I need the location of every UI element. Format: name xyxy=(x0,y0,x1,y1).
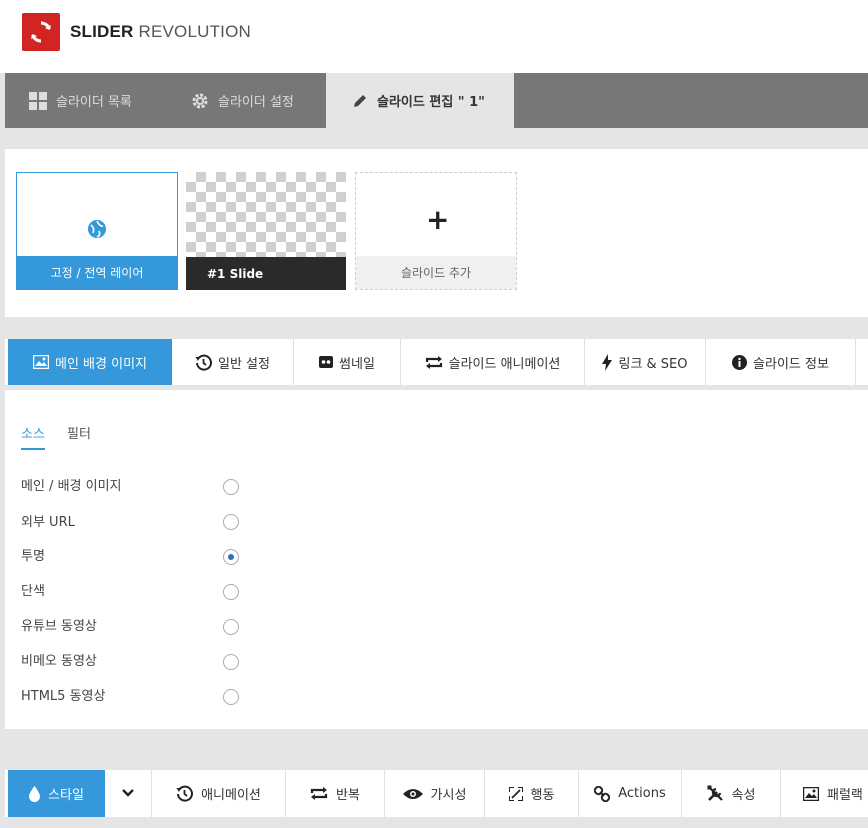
layer-toolbar: 스타일 애니메이션 반복 가시성 행동 Actions 속성 패럴랙 xyxy=(5,770,868,817)
slide-thumbnail xyxy=(186,172,346,257)
tab-label: 링크 & SEO xyxy=(618,356,688,372)
btab-visibility[interactable]: 가시성 xyxy=(385,770,485,817)
nav-tab-label: 슬라이더 설정 xyxy=(218,95,294,110)
option-label: 단색 xyxy=(21,584,45,599)
subtab-filter[interactable]: 필터 xyxy=(67,423,91,442)
nav-tab-slider-list[interactable]: 슬라이더 목록 xyxy=(29,73,132,128)
radio-main-background[interactable] xyxy=(223,479,239,495)
bolt-icon xyxy=(602,353,613,371)
background-source-panel: 소스 필터 메인 / 배경 이미지 외부 URL 투명 단색 유튜브 동영상 비… xyxy=(5,390,868,729)
link-icon xyxy=(594,785,611,802)
gear-icon xyxy=(191,92,209,110)
radio-vimeo-video[interactable] xyxy=(223,654,239,670)
option-label: 비메오 동영상 xyxy=(21,654,97,669)
tab-main-background[interactable]: 메인 배경 이미지 xyxy=(8,339,172,385)
drop-icon xyxy=(29,785,41,802)
global-layer-slide[interactable]: 고정 / 전역 레이어 xyxy=(16,172,178,290)
pencil-icon xyxy=(352,93,368,109)
tab-label: 썸네일 xyxy=(339,356,375,372)
btab-label: 반복 xyxy=(336,788,360,803)
tab-slide-info[interactable]: 슬라이드 정보 xyxy=(706,339,856,385)
grid-icon xyxy=(29,91,47,110)
btab-label: 애니메이션 xyxy=(201,788,261,803)
nav-tab-slide-edit[interactable]: 슬라이드 편집 " 1" xyxy=(326,73,514,128)
btab-label: Actions xyxy=(618,786,666,801)
expand-icon xyxy=(508,786,523,801)
info-icon xyxy=(732,354,748,370)
btab-style[interactable]: 스타일 xyxy=(8,770,105,817)
history-icon xyxy=(176,785,194,802)
tab-thumbnail[interactable]: 썸네일 xyxy=(294,339,401,385)
option-label: 유튜브 동영상 xyxy=(21,619,97,634)
subtab-source[interactable]: 소스 xyxy=(21,423,45,450)
radio-transparent[interactable] xyxy=(223,549,239,565)
btab-label: 가시성 xyxy=(430,788,467,803)
tab-label: 메인 배경 이미지 xyxy=(55,356,147,372)
eye-icon xyxy=(402,788,423,800)
tools-icon xyxy=(707,785,724,802)
tab-label: 슬라이드 애니메이션 xyxy=(448,356,561,372)
radio-solid-color[interactable] xyxy=(223,584,239,600)
app-header: SLIDER REVOLUTION xyxy=(0,0,868,73)
loop-icon xyxy=(310,787,328,800)
tab-slide-animation[interactable]: 슬라이드 애니메이션 xyxy=(401,339,585,385)
history-icon xyxy=(195,354,212,371)
radio-external-url[interactable] xyxy=(223,514,239,530)
btab-actions[interactable]: Actions xyxy=(579,770,682,817)
refresh-icon xyxy=(31,21,51,43)
btab-repeat[interactable]: 반복 xyxy=(286,770,385,817)
brand-bold: SLIDER xyxy=(70,22,134,41)
radio-html5-video[interactable] xyxy=(223,689,239,705)
option-label: 메인 / 배경 이미지 xyxy=(21,479,122,494)
btab-behavior[interactable]: 행동 xyxy=(485,770,579,817)
loop-icon xyxy=(425,355,443,369)
add-slide-button[interactable]: + 슬라이드 추가 xyxy=(355,172,517,290)
logo xyxy=(22,13,60,51)
tab-general-settings[interactable]: 일반 설정 xyxy=(172,339,294,385)
nav-tab-label: 슬라이더 목록 xyxy=(56,95,132,110)
nav-tab-slider-settings[interactable]: 슬라이더 설정 xyxy=(191,73,294,128)
slide-label: 고정 / 전역 레이어 xyxy=(17,256,177,289)
style-dropdown-toggle[interactable] xyxy=(105,770,152,817)
option-label: HTML5 동영상 xyxy=(21,689,106,704)
brand-name: SLIDER REVOLUTION xyxy=(70,22,251,42)
btab-parallax[interactable]: 패럴랙 xyxy=(781,770,868,817)
btab-label: 패럴랙 xyxy=(827,788,863,803)
btab-label: 속성 xyxy=(731,788,756,803)
slide-settings-tabs: 메인 배경 이미지 일반 설정 썸네일 슬라이드 애니메이션 링크 & SEO … xyxy=(5,339,868,385)
tab-link-seo[interactable]: 링크 & SEO xyxy=(585,339,706,385)
option-label: 외부 URL xyxy=(21,515,75,530)
slide-label: 슬라이드 추가 xyxy=(356,256,516,289)
thumbnail-icon xyxy=(319,356,334,368)
chevron-down-icon xyxy=(122,786,134,801)
slides-panel: 고정 / 전역 레이어 #1 Slide + 슬라이드 추가 xyxy=(5,149,868,317)
tab-label: 슬라이드 정보 xyxy=(753,356,829,372)
image-icon xyxy=(33,355,49,369)
btab-label: 행동 xyxy=(530,788,555,803)
option-label: 투명 xyxy=(21,549,45,564)
globe-icon xyxy=(87,219,107,243)
brand-light: REVOLUTION xyxy=(138,22,252,41)
slide-1[interactable]: #1 Slide xyxy=(186,172,346,290)
top-nav: 슬라이더 목록 슬라이더 설정 슬라이드 편집 " 1" xyxy=(5,73,868,128)
slide-label: #1 Slide xyxy=(186,257,346,290)
tab-label: 일반 설정 xyxy=(218,356,270,372)
btab-animation[interactable]: 애니메이션 xyxy=(152,770,286,817)
radio-youtube-video[interactable] xyxy=(223,619,239,635)
btab-properties[interactable]: 속성 xyxy=(682,770,781,817)
nav-tab-label: 슬라이드 편집 " 1" xyxy=(377,95,485,110)
image-icon xyxy=(803,786,819,801)
plus-icon: + xyxy=(426,203,450,236)
btab-label: 스타일 xyxy=(48,788,84,803)
